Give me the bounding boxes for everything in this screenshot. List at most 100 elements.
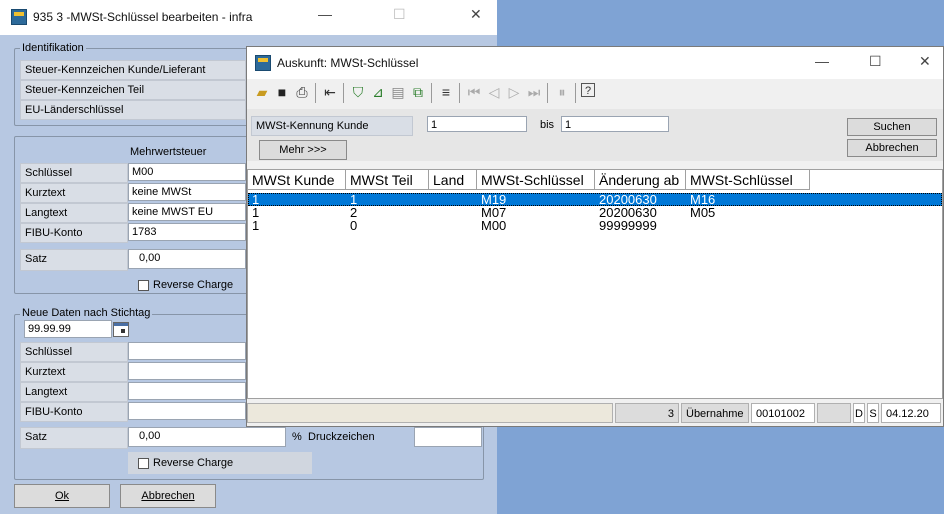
neu-satz-field[interactable]: 0,00: [128, 427, 286, 447]
neu-satz-label: Satz: [20, 427, 128, 449]
kurztext-field[interactable]: keine MWSt: [128, 183, 246, 201]
calendar-icon[interactable]: [113, 322, 129, 337]
background-window-title: 935 3 -MWSt-Schlüssel bearbeiten - infra: [33, 10, 253, 24]
previous-record-icon[interactable]: ◁: [485, 83, 503, 101]
toolbar-separator: [431, 83, 432, 103]
status-flag-s: S: [867, 403, 879, 423]
fibu-konto-field[interactable]: 1783: [128, 223, 246, 241]
neu-fibu-konto-label: FIBU-Konto: [20, 402, 128, 422]
dialog-titlebar: Auskunft: MWSt-Schlüssel — ☐ ✕: [247, 47, 943, 79]
neu-kurztext-label: Kurztext: [20, 362, 128, 382]
dialog-maximize-icon[interactable]: ☐: [869, 53, 882, 70]
filter-icon[interactable]: ⛉: [349, 83, 367, 101]
auskunft-dialog: Auskunft: MWSt-Schlüssel — ☐ ✕ ▰ ■ ⎙ ⇤ ⛉…: [246, 46, 944, 427]
eu-laenderschluessel-label: EU-Länderschlüssel: [20, 100, 246, 120]
steuer-kz-kunde-label: Steuer-Kennzeichen Kunde/Lieferant: [20, 60, 246, 80]
status-code: 00101002: [751, 403, 815, 423]
status-flag-d: D: [853, 403, 865, 423]
neu-reverse-charge-label: Reverse Charge: [153, 457, 234, 469]
mwst-kennung-label: MWSt-Kennung Kunde: [251, 116, 413, 136]
neue-daten-legend: Neue Daten nach Stichtag: [20, 307, 153, 319]
pause-icon[interactable]: ⏸: [553, 83, 571, 101]
identifikation-legend: Identifikation: [20, 42, 86, 54]
ok-button[interactable]: Ok: [14, 484, 110, 508]
toolbar-separator: [315, 83, 316, 103]
open-folder-icon[interactable]: ▰: [253, 83, 271, 101]
status-empty-pane: [817, 403, 851, 423]
column-header-mwst-schluessel-neu[interactable]: MWSt-Schlüssel: [686, 170, 810, 190]
mehr-button[interactable]: Mehr >>>: [259, 140, 347, 160]
table-cell: M05: [690, 205, 716, 220]
status-bar: 3 Übernahme 00101002 D S 04.12.20: [247, 401, 943, 425]
maximize-icon[interactable]: ☐: [393, 6, 406, 23]
stichtag-date-field[interactable]: 99.99.99: [24, 320, 112, 338]
table-cell: 0: [350, 218, 358, 233]
copy-icon[interactable]: ⧉: [409, 83, 427, 101]
last-record-icon[interactable]: ⏭: [525, 83, 543, 101]
percent-sign: %: [292, 431, 302, 443]
neu-langtext-label: Langtext: [20, 382, 128, 402]
reverse-charge-label: Reverse Charge: [153, 279, 234, 291]
results-grid: MWSt Kunde MWSt Teil Land MWSt-Schlüssel…: [247, 169, 943, 399]
dialog-minimize-icon[interactable]: —: [815, 53, 829, 69]
dialog-app-icon: [255, 55, 271, 71]
document-icon[interactable]: ▤: [389, 83, 407, 101]
column-header-aenderung-ab[interactable]: Änderung ab: [595, 170, 686, 190]
toolbar-separator: [575, 83, 576, 103]
toolbar-separator: [343, 83, 344, 103]
neu-fibu-konto-field[interactable]: [128, 402, 246, 420]
list-icon[interactable]: ≡: [437, 83, 455, 101]
filter-panel: MWSt-Kennung Kunde 1 bis 1 Mehr >>> Such…: [247, 109, 943, 161]
satz-field[interactable]: 0,00: [128, 249, 246, 269]
toolbar-separator: [547, 83, 548, 103]
neu-reverse-charge-checkbox[interactable]: [138, 458, 149, 469]
table-cell: M00: [481, 218, 507, 233]
mehrwertsteuer-header: Mehrwertsteuer: [130, 146, 207, 158]
column-header-land[interactable]: Land: [429, 170, 477, 190]
kurztext-label: Kurztext: [20, 183, 128, 203]
status-action: Übernahme: [681, 403, 749, 423]
dialog-abbrechen-button[interactable]: Abbrechen: [847, 139, 937, 157]
abbrechen-button[interactable]: Abbrechen: [120, 484, 216, 508]
langtext-label: Langtext: [20, 203, 128, 223]
steuer-kz-teil-label: Steuer-Kennzeichen Teil: [20, 80, 246, 100]
status-count: 3: [615, 403, 679, 423]
schluessel-field[interactable]: M00: [128, 163, 246, 181]
background-window-titlebar: 935 3 -MWSt-Schlüssel bearbeiten - infra…: [0, 0, 497, 35]
table-row[interactable]: 1 0 M00 99999999: [248, 219, 942, 232]
kennung-to-field[interactable]: 1: [561, 116, 669, 132]
help-icon[interactable]: ?: [581, 83, 595, 97]
print-icon[interactable]: ⎙: [293, 83, 311, 101]
neu-schluessel-label: Schlüssel: [20, 342, 128, 362]
reverse-charge-checkbox[interactable]: [138, 280, 149, 291]
schluessel-label: Schlüssel: [20, 163, 128, 183]
column-header-mwst-teil[interactable]: MWSt Teil: [346, 170, 429, 190]
neu-kurztext-field[interactable]: [128, 362, 246, 380]
next-record-icon[interactable]: ▷: [505, 83, 523, 101]
suchen-button[interactable]: Suchen: [847, 118, 937, 136]
bis-label: bis: [540, 119, 555, 131]
langtext-field[interactable]: keine MWST EU: [128, 203, 246, 221]
neu-langtext-field[interactable]: [128, 382, 246, 400]
satz-label: Satz: [20, 249, 128, 271]
save-icon[interactable]: ■: [273, 83, 291, 101]
dialog-title: Auskunft: MWSt-Schlüssel: [277, 56, 419, 70]
dialog-close-icon[interactable]: ✕: [919, 53, 931, 70]
status-message-pane: [247, 403, 613, 423]
first-record-icon[interactable]: ⏮: [465, 83, 483, 101]
status-date: 04.12.20: [881, 403, 941, 423]
fibu-konto-label: FIBU-Konto: [20, 223, 128, 243]
filter-edit-icon[interactable]: ⊿: [369, 83, 387, 101]
close-icon[interactable]: ✕: [470, 6, 482, 23]
minimize-icon[interactable]: —: [318, 6, 332, 22]
druckzeichen-field[interactable]: [414, 427, 482, 447]
column-header-mwst-kunde[interactable]: MWSt Kunde: [248, 170, 346, 190]
insert-row-icon[interactable]: ⇤: [321, 83, 339, 101]
neu-schluessel-field[interactable]: [128, 342, 246, 360]
druckzeichen-label: Druckzeichen: [308, 431, 375, 443]
app-icon: [11, 9, 27, 25]
column-header-mwst-schluessel[interactable]: MWSt-Schlüssel: [477, 170, 595, 190]
toolbar: ▰ ■ ⎙ ⇤ ⛉ ⊿ ▤ ⧉ ≡ ⏮ ◁ ▷ ⏭ ⏸ ?: [247, 79, 943, 107]
toolbar-separator: [459, 83, 460, 103]
kennung-from-field[interactable]: 1: [427, 116, 527, 132]
